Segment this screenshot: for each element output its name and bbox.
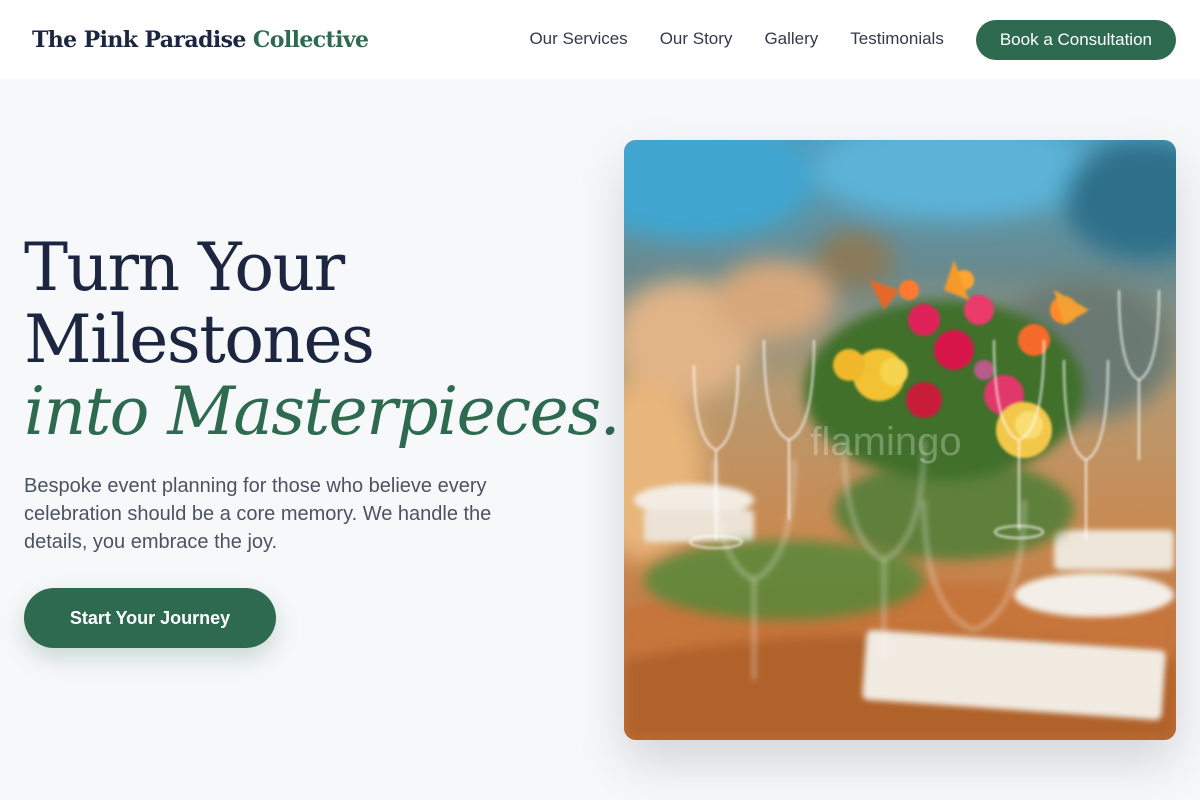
nav-link-our-story[interactable]: Our Story: [660, 29, 733, 49]
event-table-photo: flamingo: [624, 140, 1176, 740]
hero-title: Turn Your Milestones into Masterpieces.: [24, 229, 621, 450]
start-journey-button[interactable]: Start Your Journey: [24, 588, 276, 648]
image-watermark: flamingo: [810, 420, 961, 464]
hero-title-line-3: into Masterpieces.: [24, 373, 621, 450]
hero-subtitle: Bespoke event planning for those who bel…: [24, 475, 492, 553]
hero-title-line-1: Turn Your: [24, 229, 345, 306]
hero-title-line-2: Milestones: [24, 301, 375, 378]
hero-image: flamingo: [624, 140, 1176, 740]
nav-link-testimonials[interactable]: Testimonials: [850, 29, 944, 49]
brand-name-accent: Collective: [252, 26, 369, 53]
site-header: The Pink Paradise Collective Our Service…: [0, 0, 1200, 79]
brand-name: The Pink Paradise: [32, 26, 246, 53]
nav-link-gallery[interactable]: Gallery: [764, 29, 818, 49]
book-consultation-button[interactable]: Book a Consultation: [975, 19, 1176, 60]
main-nav: Our Services Our Story Gallery Testimoni…: [529, 29, 944, 49]
brand-logo[interactable]: The Pink Paradise Collective: [32, 26, 369, 53]
nav-link-our-services[interactable]: Our Services: [529, 29, 627, 49]
